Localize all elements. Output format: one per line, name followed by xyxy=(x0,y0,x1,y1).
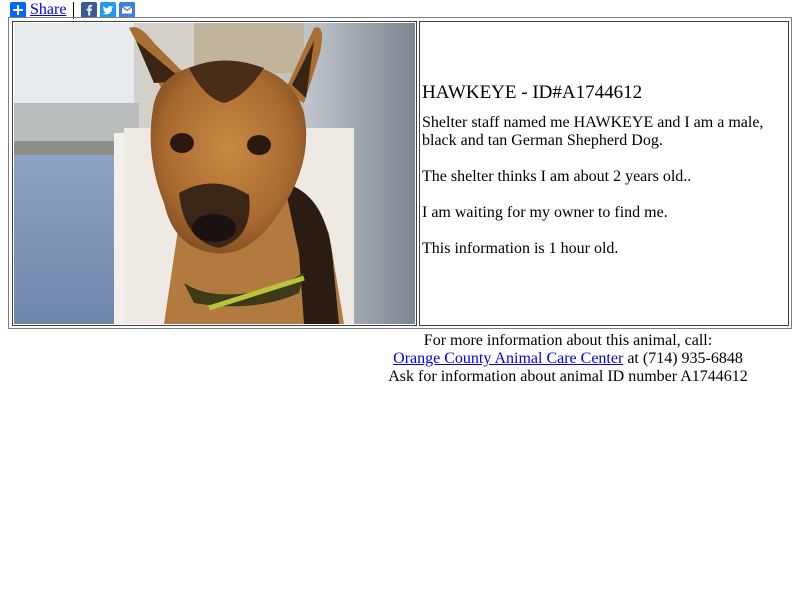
animal-status: I am waiting for my owner to find me. xyxy=(422,204,668,221)
contact-intro: For more information about this animal, … xyxy=(423,332,713,349)
info-cell: HAWKEYE - ID#A1744612 Shelter staff name… xyxy=(419,21,789,326)
facebook-icon[interactable] xyxy=(81,2,98,18)
twitter-icon[interactable] xyxy=(100,2,117,18)
contact-id-note: Ask for information about animal ID numb… xyxy=(388,368,748,385)
dog-photo xyxy=(14,23,415,324)
shelter-link[interactable]: Orange County Animal Care Center xyxy=(393,350,623,367)
photo-cell xyxy=(12,21,417,326)
divider xyxy=(73,1,75,19)
shelter-phone: at (714) 935-6848 xyxy=(623,350,743,367)
contact-line: Orange County Animal Care Center at (714… xyxy=(340,350,796,368)
animal-description: Shelter staff named me HAWKEYE and I am … xyxy=(422,114,764,149)
info-freshness: This information is 1 hour old. xyxy=(422,240,619,257)
contact-footer: For more information about this animal, … xyxy=(340,332,796,386)
animal-title: HAWKEYE - ID#A1744612 xyxy=(422,82,643,103)
animal-table: HAWKEYE - ID#A1744612 Shelter staff name… xyxy=(8,17,792,329)
animal-age: The shelter thinks I am about 2 years ol… xyxy=(422,168,692,185)
email-icon[interactable] xyxy=(119,2,136,18)
plus-icon[interactable] xyxy=(10,2,26,18)
